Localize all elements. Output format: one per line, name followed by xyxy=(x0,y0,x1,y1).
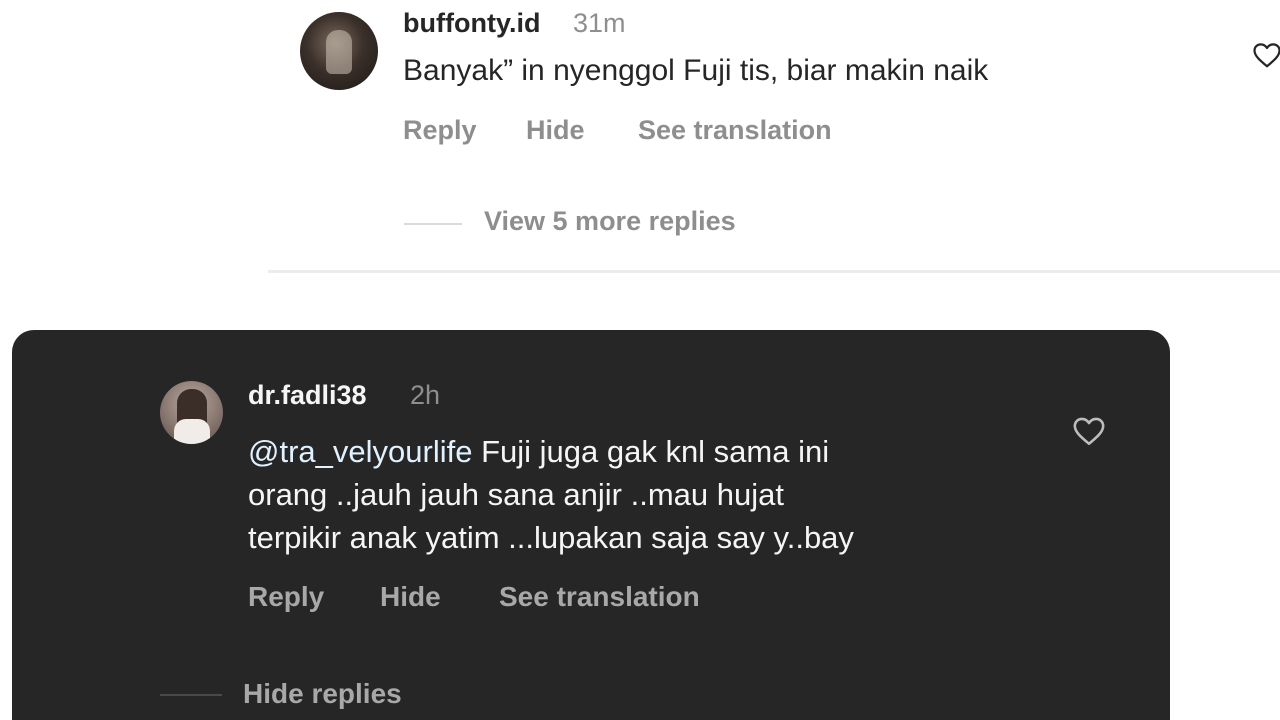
mention-link[interactable]: @tra_velyourlife xyxy=(248,434,472,469)
avatar[interactable] xyxy=(300,12,378,90)
comment-username[interactable]: buffonty.id xyxy=(403,8,540,39)
comment-username[interactable]: dr.fadli38 xyxy=(248,380,367,411)
reply-button[interactable]: Reply xyxy=(403,115,477,146)
comment-timestamp: 31m xyxy=(573,8,626,38)
reply-button[interactable]: Reply xyxy=(248,581,324,613)
comment-text: Banyak” in nyenggol Fuji tis, biar makin… xyxy=(403,54,989,87)
see-translation-button[interactable]: See translation xyxy=(499,581,700,613)
comment-item-highlighted: dr.fadli38 2h @tra_velyourlife Fuji juga… xyxy=(12,330,1170,720)
heart-outline-icon[interactable] xyxy=(1252,40,1280,70)
avatar-body xyxy=(174,419,210,444)
comment-text-line-3: terpikir anak yatim ...lupakan saja say … xyxy=(248,520,854,555)
comment-item-buffonty: buffonty.id 31m Banyak” in nyenggol Fuji… xyxy=(0,0,1280,300)
divider xyxy=(268,270,1280,273)
comment-timestamp: 2h xyxy=(410,380,441,410)
comment-text-line-2: orang ..jauh jauh sana anjir ..mau hujat xyxy=(248,477,784,512)
comment-text: @tra_velyourlife Fuji juga gak knl sama … xyxy=(248,430,1038,559)
comments-screen: buffonty.id 31m Banyak” in nyenggol Fuji… xyxy=(0,0,1280,720)
hide-button[interactable]: Hide xyxy=(526,115,585,146)
avatar[interactable] xyxy=(160,381,223,444)
see-translation-button[interactable]: See translation xyxy=(638,115,832,146)
hide-replies-line xyxy=(160,694,222,696)
hide-replies-button[interactable]: Hide replies xyxy=(243,678,402,710)
view-replies-line xyxy=(404,223,462,225)
heart-outline-icon[interactable] xyxy=(1072,414,1106,448)
avatar-figure xyxy=(326,30,352,74)
view-more-replies-button[interactable]: View 5 more replies xyxy=(484,206,736,237)
hide-button[interactable]: Hide xyxy=(380,581,441,613)
comment-text-line-1: Fuji juga gak knl sama ini xyxy=(472,434,830,469)
